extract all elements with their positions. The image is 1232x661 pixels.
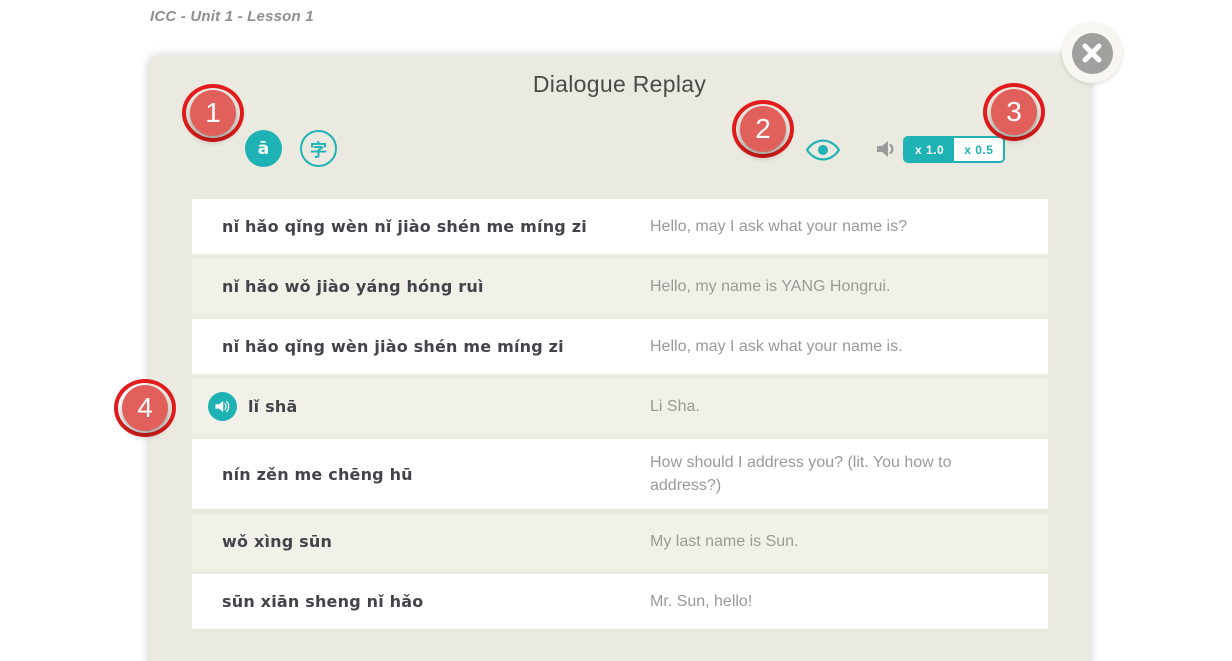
translation-text: How should I address you? (lit. You how … xyxy=(650,439,1010,509)
translation-text: Mr. Sun, hello! xyxy=(650,578,1010,625)
pinyin-text: sūn xiān sheng nǐ hǎo xyxy=(192,580,650,623)
dialogue-row[interactable]: lǐ shā Li Sha. xyxy=(192,379,1048,434)
dialogue-row[interactable]: nǐ hǎo qǐng wèn nǐ jiào shén me míng zi H… xyxy=(192,199,1048,254)
dialogue-row[interactable]: nǐ hǎo wǒ jiào yáng hóng ruì Hello, my na… xyxy=(192,259,1048,314)
pinyin-text: nǐ hǎo qǐng wèn jiào shén me míng zi xyxy=(192,325,650,368)
volume-icon xyxy=(874,137,898,161)
speed-x05-button[interactable]: x 0.5 xyxy=(954,138,1003,161)
close-icon xyxy=(1072,33,1113,74)
characters-toggle-button[interactable]: 字 xyxy=(300,130,337,167)
modal-title: Dialogue Replay xyxy=(149,71,1090,98)
dialogue-row[interactable]: nín zěn me chēng hū How should I address … xyxy=(192,439,1048,509)
pinyin-toggle-button[interactable]: ā xyxy=(245,130,282,167)
close-button[interactable] xyxy=(1062,23,1122,83)
pinyin-text: nín zěn me chēng hū xyxy=(192,453,650,496)
dialogue-row[interactable]: wǒ xìng sūn My last name is Sun. xyxy=(192,514,1048,569)
dialogue-row[interactable]: nǐ hǎo qǐng wèn jiào shén me míng zi Hell… xyxy=(192,319,1048,374)
pinyin-label: lǐ shā xyxy=(248,397,297,416)
show-translation-eye-icon[interactable] xyxy=(806,139,840,161)
pinyin-label: nǐ hǎo qǐng wèn jiào shén me míng zi xyxy=(222,337,564,356)
dialogue-replay-modal: Dialogue Replay ā 字 x 1.0 x 0.5 nǐ hǎo q… xyxy=(149,55,1090,661)
dialogue-list: nǐ hǎo qǐng wèn nǐ jiào shén me míng zi H… xyxy=(192,199,1048,634)
pinyin-label: nǐ hǎo wǒ jiào yáng hóng ruì xyxy=(222,277,484,296)
translation-text: Li Sha. xyxy=(650,383,1010,430)
pinyin-text: lǐ shā xyxy=(192,380,650,433)
playback-speed-control[interactable]: x 1.0 x 0.5 xyxy=(903,136,1005,163)
translation-text: Hello, may I ask what your name is. xyxy=(650,323,1010,370)
translation-text: Hello, may I ask what your name is? xyxy=(650,203,1010,250)
pinyin-label: sūn xiān sheng nǐ hǎo xyxy=(222,592,423,611)
pinyin-label: wǒ xìng sūn xyxy=(222,532,332,551)
breadcrumb: ICC - Unit 1 - Lesson 1 xyxy=(150,8,314,25)
pinyin-text: wǒ xìng sūn xyxy=(192,520,650,563)
pinyin-label: nǐ hǎo qǐng wèn nǐ jiào shén me míng zi xyxy=(222,217,587,236)
translation-text: My last name is Sun. xyxy=(650,518,1010,565)
translation-text: Hello, my name is YANG Hongrui. xyxy=(650,263,1010,310)
dialogue-row[interactable]: sūn xiān sheng nǐ hǎo Mr. Sun, hello! xyxy=(192,574,1048,629)
pinyin-text: nǐ hǎo wǒ jiào yáng hóng ruì xyxy=(192,265,650,308)
speed-x1-button[interactable]: x 1.0 xyxy=(905,138,954,161)
pinyin-text: nǐ hǎo qǐng wèn nǐ jiào shén me míng zi xyxy=(192,205,650,248)
pinyin-label: nín zěn me chēng hū xyxy=(222,465,413,484)
audio-playing-icon[interactable] xyxy=(208,392,237,421)
